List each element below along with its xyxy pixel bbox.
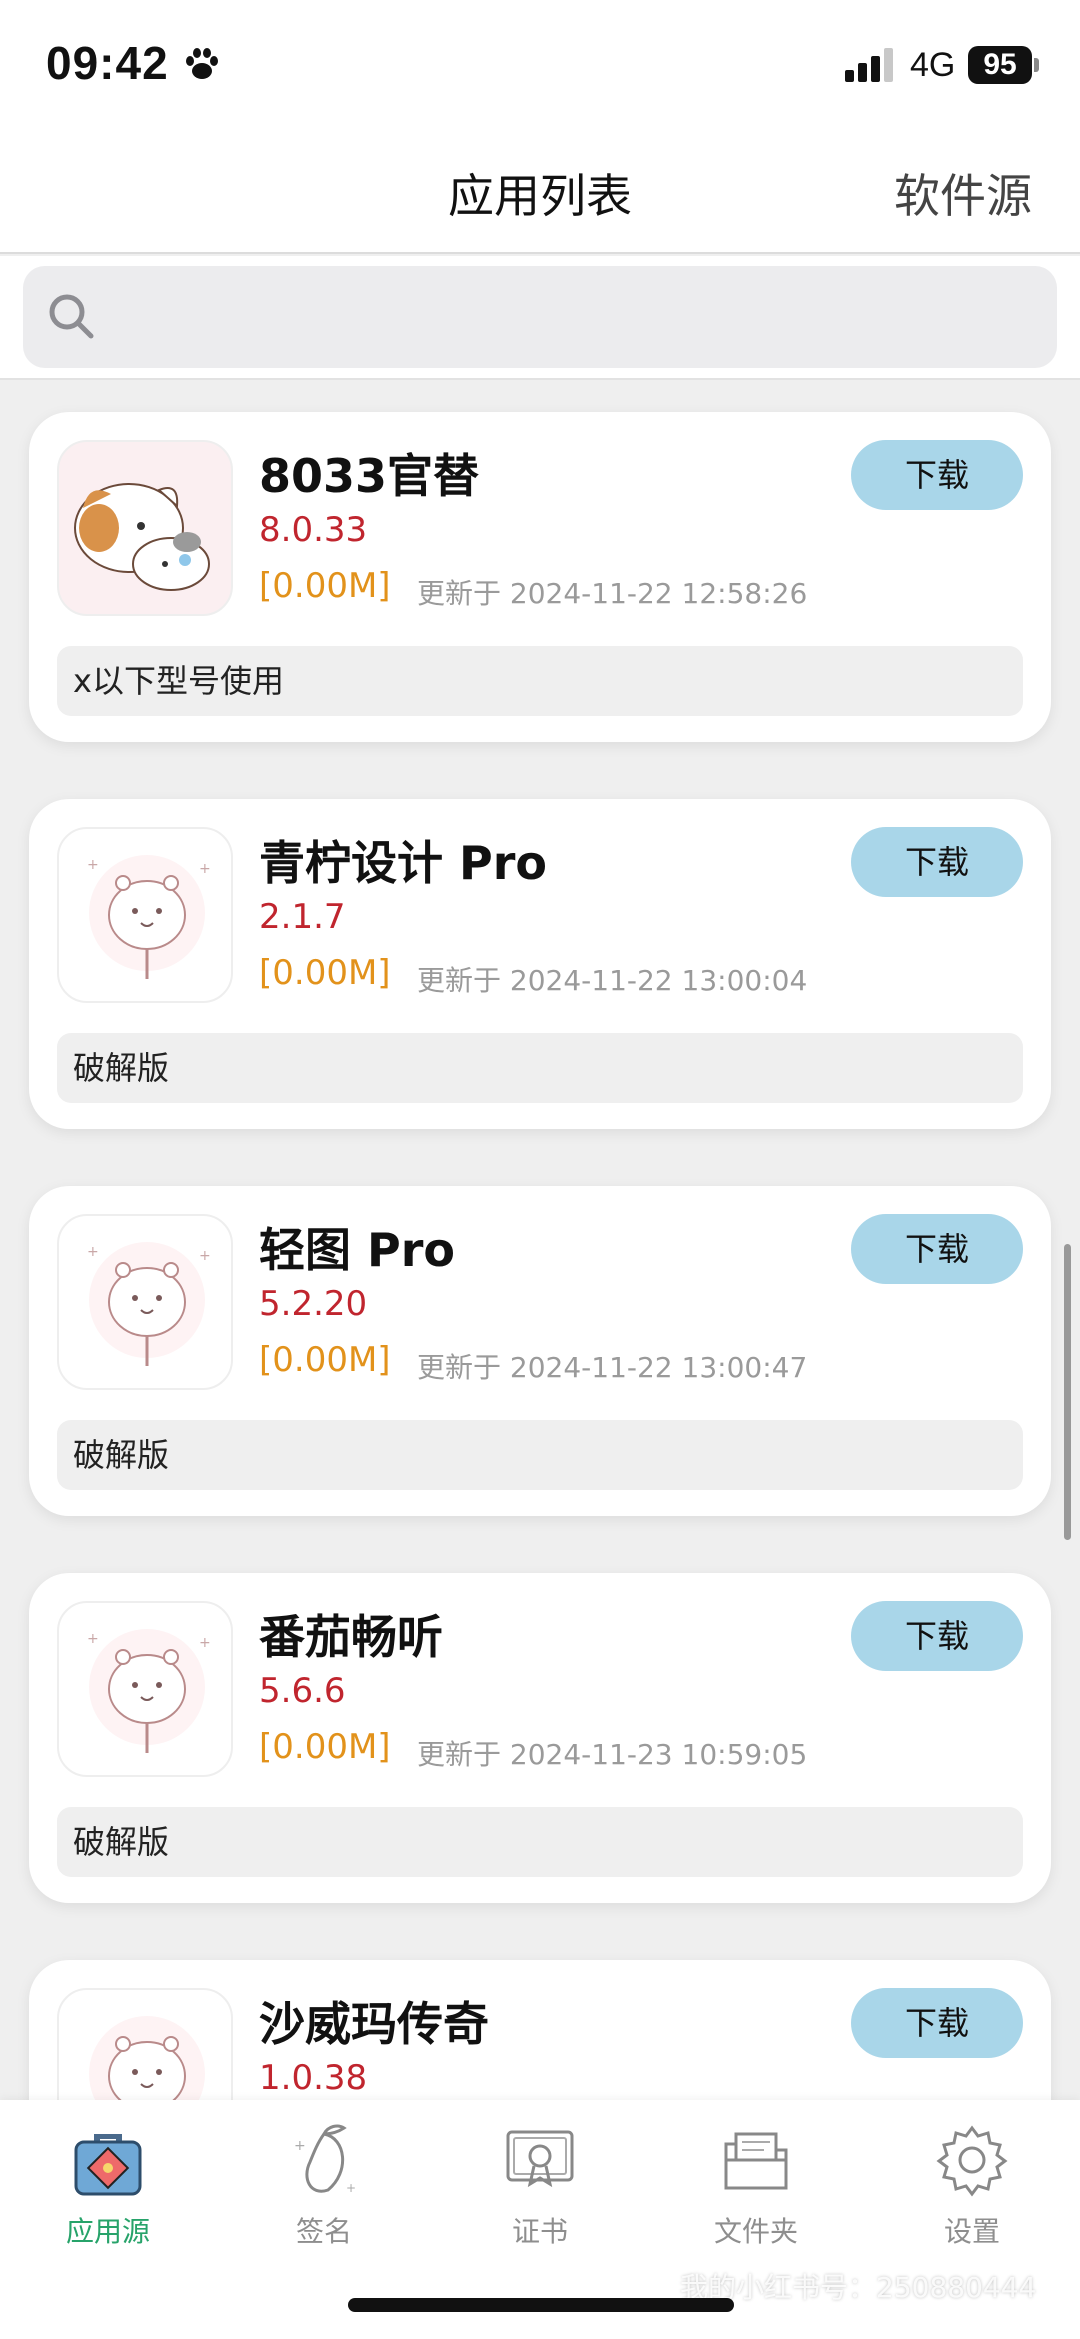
tab-label: 应用源: [65, 2215, 150, 2248]
download-button[interactable]: 下载: [851, 440, 1023, 510]
search-icon: [49, 294, 94, 339]
status-bar: 09:42 4G 95: [0, 0, 1080, 130]
tab-label: 设置: [943, 2215, 1000, 2248]
svg-text:+: +: [87, 1631, 99, 1647]
gear-icon: [936, 2125, 1008, 2197]
scrollbar[interactable]: [1064, 1244, 1071, 1540]
battery-tip: [1034, 58, 1039, 72]
svg-text:+: +: [87, 1244, 99, 1260]
home-indicator[interactable]: [348, 2298, 734, 2312]
app-card: + + 青柠设计 Pro 2.1.7 [0.00M] 更新于 2024-11-2…: [29, 799, 1051, 1129]
status-time: 09:42: [46, 37, 169, 89]
download-button[interactable]: 下载: [851, 1988, 1023, 2058]
tab-app-source[interactable]: 应用源: [0, 2120, 216, 2260]
app-size: [0.00M]: [259, 953, 391, 993]
app-note: 破解版: [57, 1033, 1023, 1103]
svg-text:+: +: [294, 2138, 306, 2154]
battery-level: 95: [968, 46, 1032, 84]
paw-icon: [186, 48, 218, 79]
tab-label: 签名: [295, 2215, 352, 2248]
signal-icon: [845, 48, 893, 82]
svg-text:+: +: [199, 1635, 211, 1651]
app-card: 沙威玛传奇 1.0.38 下载: [29, 1960, 1051, 2100]
cat-mascot-icon: [57, 440, 233, 616]
app-name: 沙威玛传奇: [259, 1997, 489, 2051]
svg-text:+: +: [199, 1248, 211, 1264]
app-size: [0.00M]: [259, 1340, 391, 1380]
app-name: 青柠设计 Pro: [259, 836, 548, 890]
app-version: 1.0.38: [259, 2058, 368, 2098]
app-name: 番茄畅听: [259, 1610, 443, 1664]
app-note: 破解版: [57, 1807, 1023, 1877]
mango-icon: + +: [294, 2124, 356, 2195]
app-updated-time: 更新于 2024-11-23 10:59:05: [417, 1738, 808, 1771]
tab-certificate[interactable]: 证书: [432, 2120, 648, 2260]
folder-icon: [724, 2132, 788, 2190]
app-note: x以下型号使用: [57, 646, 1023, 716]
svg-text:+: +: [87, 857, 99, 873]
network-type: 4G: [910, 46, 956, 84]
app-card: 8033官替 8.0.33 [0.00M] 更新于 2024-11-22 12:…: [29, 412, 1051, 742]
hamster-mascot-icon: [57, 1988, 233, 2100]
app-size: [0.00M]: [259, 1727, 391, 1767]
app-updated-time: 更新于 2024-11-22 13:00:04: [417, 964, 808, 997]
app-name: 轻图 Pro: [259, 1223, 456, 1277]
hamster-mascot-icon: + +: [57, 1214, 233, 1390]
svg-text:+: +: [199, 861, 211, 877]
download-button[interactable]: 下载: [851, 1214, 1023, 1284]
tab-sign[interactable]: + + 签名: [216, 2120, 432, 2260]
app-version: 8.0.33: [259, 510, 368, 550]
svg-text:+: +: [346, 2181, 356, 2195]
certificate-icon: [506, 2130, 574, 2188]
search-bar: [0, 256, 1080, 380]
app-updated-time: 更新于 2024-11-22 12:58:26: [417, 577, 808, 610]
tab-label: 证书: [511, 2215, 568, 2248]
tab-settings[interactable]: 设置: [864, 2120, 1080, 2260]
hamster-mascot-icon: + +: [57, 1601, 233, 1777]
search-input[interactable]: [23, 266, 1057, 368]
toolbox-icon: [74, 2134, 142, 2196]
hamster-mascot-icon: + +: [57, 827, 233, 1003]
watermark-text: 我的小红书号：250880444: [680, 2271, 1037, 2304]
download-button[interactable]: 下载: [851, 827, 1023, 897]
app-note: 破解版: [57, 1420, 1023, 1490]
app-version: 2.1.7: [259, 897, 346, 937]
app-card: + + 轻图 Pro 5.2.20 [0.00M] 更新于 2024-11-22…: [29, 1186, 1051, 1516]
app-size: [0.00M]: [259, 566, 391, 606]
tab-folder[interactable]: 文件夹: [648, 2120, 864, 2260]
nav-bar: 应用列表 软件源: [0, 130, 1080, 254]
app-list: 8033官替 8.0.33 [0.00M] 更新于 2024-11-22 12:…: [0, 380, 1080, 2100]
software-source-button[interactable]: 软件源: [894, 160, 1032, 226]
app-card: + + 番茄畅听 5.6.6 [0.00M] 更新于 2024-11-23 10…: [29, 1573, 1051, 1903]
download-button[interactable]: 下载: [851, 1601, 1023, 1671]
tab-label: 文件夹: [713, 2215, 798, 2248]
app-name: 8033官替: [259, 449, 480, 503]
app-version: 5.6.6: [259, 1671, 346, 1711]
app-updated-time: 更新于 2024-11-22 13:00:47: [417, 1351, 808, 1384]
app-version: 5.2.20: [259, 1284, 368, 1324]
